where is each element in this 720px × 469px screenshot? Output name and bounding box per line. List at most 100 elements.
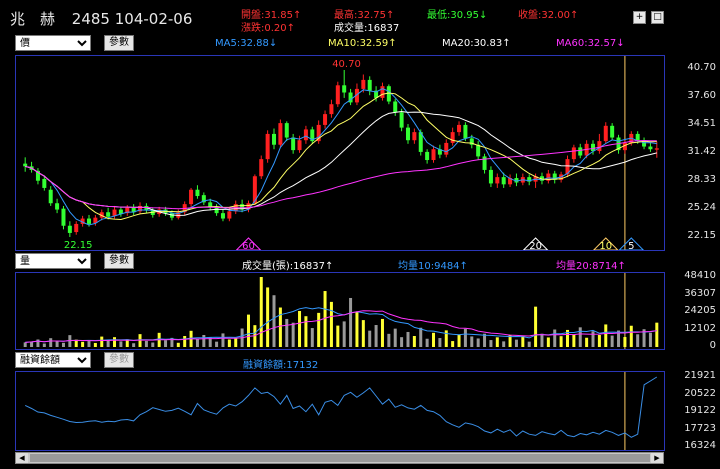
volume-chart: [23, 273, 659, 349]
quote-5: 成交量:16837: [334, 19, 399, 34]
volume-bar: [259, 277, 263, 347]
candle-body: [386, 86, 391, 102]
volume-bar: [164, 340, 168, 347]
candle-body: [654, 148, 659, 150]
price-chart-panel[interactable]: 40.70 22.15 60 20 10 5: [15, 55, 665, 251]
candle-body: [297, 140, 302, 151]
volume-bar: [412, 336, 416, 347]
candle-body: [272, 133, 277, 145]
quote-value: 30.95↓: [450, 10, 488, 21]
volume-params-button[interactable]: 參數: [104, 253, 134, 269]
volume-axis-tick: 12102: [684, 322, 716, 334]
volume-bar: [419, 327, 423, 347]
volume-bar: [636, 334, 640, 347]
volume-bar: [246, 314, 250, 347]
volume-bar: [151, 342, 155, 347]
volume-indicator-select[interactable]: 量: [15, 253, 91, 269]
price-indicator-select[interactable]: 價: [15, 35, 91, 51]
volume-bar: [132, 343, 136, 347]
volume-bar: [317, 312, 321, 347]
volume-bar: [87, 341, 91, 347]
candle-body: [405, 127, 410, 141]
margin-params-button[interactable]: 參數: [104, 352, 134, 368]
margin-balance-chart: [24, 372, 658, 450]
price-params-button[interactable]: 參數: [104, 35, 134, 51]
candle-body: [335, 85, 340, 105]
scroll-thumb[interactable]: [30, 454, 650, 462]
ma5-label: MA5:32.88↓: [215, 38, 278, 49]
volume-bar: [457, 334, 461, 347]
volume-bar: [113, 337, 117, 347]
margin-indicator-select[interactable]: 融資餘額: [15, 352, 91, 368]
candle-body: [42, 178, 47, 188]
volume-bar: [578, 327, 582, 347]
volume-bar: [476, 338, 480, 347]
quote-label: 成交量:: [334, 23, 368, 34]
ma-period-tag: 60: [242, 241, 255, 250]
ma-period-tag: 10: [599, 241, 612, 250]
quote-value: 0.20↑: [264, 23, 296, 34]
margin-chart-panel[interactable]: [15, 371, 665, 451]
candle-body: [329, 104, 334, 115]
volume-bar: [438, 338, 442, 347]
volume-bar: [49, 338, 53, 347]
quote-3: 收盤:32.00↑: [518, 6, 578, 21]
scroll-right-arrow-icon[interactable]: ▶: [651, 453, 663, 463]
volume-bar: [546, 337, 550, 347]
volume-bar: [23, 342, 27, 347]
candle-body: [112, 209, 117, 216]
candle-body: [367, 79, 372, 91]
candle-body: [603, 125, 608, 142]
price-toolbar: 價 參數 MA5:32.88↓ MA10:32.59↑ MA20:30.83↑ …: [0, 34, 720, 52]
volume-bar: [119, 341, 123, 347]
candle-body: [501, 177, 506, 185]
candle-body: [55, 203, 60, 210]
price-axis-tick: 34.51: [687, 118, 716, 129]
candle-body: [61, 208, 66, 226]
volume-bar: [489, 340, 493, 347]
scroll-left-arrow-icon[interactable]: ◀: [16, 453, 28, 463]
margin-balance-label: 融資餘額:17132: [243, 360, 319, 371]
candle-body: [412, 132, 417, 141]
price-axis-tick: 31.42: [687, 146, 716, 157]
volume-bar: [655, 322, 659, 347]
volume-bar: [521, 335, 525, 347]
volume-bar: [106, 340, 110, 347]
volume-bar: [368, 330, 372, 347]
volume-axis-tick: 36307: [684, 287, 716, 299]
ma20-line: [25, 110, 657, 216]
candle-body: [106, 212, 111, 217]
candle-body: [457, 124, 462, 133]
volume-chart-panel[interactable]: [15, 272, 665, 350]
restore-button[interactable]: □: [651, 11, 664, 24]
price-axis-tick: 40.70: [687, 62, 716, 73]
ma10-line: [25, 92, 657, 221]
candlestick-chart: 40.70 22.15 60 20 10 5: [23, 56, 659, 250]
candle-body: [648, 146, 653, 150]
volume-bar: [502, 341, 506, 347]
ma-period-tag: 20: [529, 241, 542, 250]
margin-balance-line: [24, 376, 658, 438]
volume-bar: [648, 332, 652, 347]
horizontal-scrollbar[interactable]: ◀ ▶: [15, 452, 664, 464]
ma-period-tag: 5: [628, 241, 634, 250]
candle-body: [323, 114, 328, 125]
margin-axis-tick: 17723: [684, 422, 716, 434]
volume-bar: [374, 325, 378, 347]
candle-body: [265, 133, 270, 160]
quote-label: 最低:: [427, 10, 451, 21]
candle-body: [425, 151, 430, 161]
candle-body: [380, 86, 385, 98]
volume-bar: [42, 343, 46, 347]
volume-bar: [463, 328, 467, 347]
volume-bar: [585, 337, 589, 347]
volume-toolbar: 量 參數 成交量(張):16837↑ 均量10:9484↑ 均量20:8714↑: [0, 252, 720, 272]
candle-body: [189, 189, 194, 205]
volume-bar: [342, 321, 346, 347]
volume-bar: [451, 341, 455, 347]
expand-button[interactable]: +: [633, 11, 646, 24]
volume-bar: [183, 336, 187, 347]
volume-bar: [534, 306, 538, 347]
volume-bar: [227, 339, 231, 347]
candle-body: [284, 123, 289, 138]
